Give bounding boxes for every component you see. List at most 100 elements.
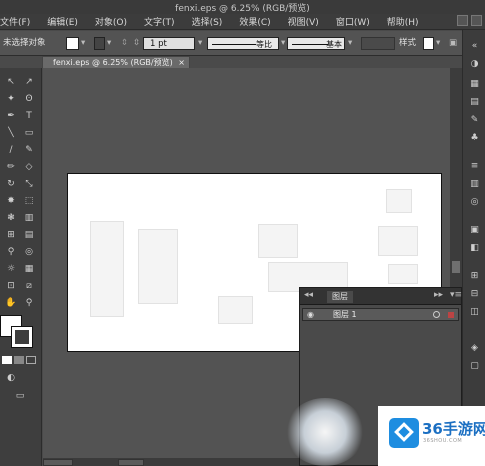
graph-tool-icon[interactable]: ▥: [22, 212, 36, 224]
rotate-tool-icon[interactable]: ↻: [4, 178, 18, 190]
fill-dropdown-icon[interactable]: ▾: [81, 37, 85, 50]
document-tab[interactable]: fenxi.eps @ 6.25% (RGB/预览) ×: [42, 56, 190, 68]
color-panel-icon[interactable]: ◑: [467, 58, 482, 70]
none-mode-button[interactable]: [26, 356, 36, 364]
paintbrush-tool-icon[interactable]: ∕: [4, 144, 18, 156]
menu-type[interactable]: 文字(T): [144, 15, 175, 28]
panel-menu-icon[interactable]: ▾≡: [450, 290, 462, 300]
layers-tab[interactable]: 图层: [327, 291, 353, 303]
symbols-panel-icon[interactable]: ♣: [467, 132, 482, 144]
menu-object[interactable]: 对象(O): [95, 15, 127, 28]
appearance-panel-icon[interactable]: ▣: [467, 224, 482, 236]
fill-swatch[interactable]: [66, 37, 79, 50]
gradient-tool-icon[interactable]: ▤: [22, 229, 36, 241]
menu-effect[interactable]: 效果(C): [239, 15, 270, 28]
panel-dock: « ◑ ▦ ▤ ✎ ♣ ≡ ▥ ◎ ▣ ◧ ⊞ ⊟ ◫ ◈ ▢: [462, 30, 485, 466]
expand-panel-icon[interactable]: ▸▸: [434, 290, 443, 300]
layer-name[interactable]: 图层 1: [333, 309, 357, 321]
stroke-dropdown-icon[interactable]: ▾: [107, 37, 111, 50]
gradient-panel-icon[interactable]: ▥: [467, 178, 482, 190]
draw-mode-icon[interactable]: ◐: [4, 372, 18, 384]
stroke-swatch[interactable]: [94, 37, 105, 50]
eyedropper-tool-icon[interactable]: ⚲: [4, 246, 18, 258]
stroke-profile-label: 等比: [256, 40, 272, 49]
gradient-mode-button[interactable]: [14, 356, 24, 364]
stroke-weight-dropdown-icon[interactable]: ▾: [198, 37, 202, 50]
panel-collapse-icon[interactable]: ◂◂: [304, 290, 313, 300]
graphic-styles-panel-icon[interactable]: ◧: [467, 242, 482, 254]
magic-wand-tool-icon[interactable]: ✦: [4, 93, 18, 105]
type-tool-icon[interactable]: T: [22, 110, 36, 122]
style-dropdown-icon[interactable]: ▾: [436, 37, 440, 50]
brush-dropdown-icon[interactable]: ▾: [348, 37, 352, 50]
symbol-tool-icon[interactable]: ☼: [4, 263, 18, 275]
pencil-tool-icon[interactable]: ✎: [22, 144, 36, 156]
workspace-button[interactable]: [457, 15, 468, 26]
mesh-tool-icon[interactable]: ⊞: [4, 229, 18, 241]
free-transform-tool-icon[interactable]: ⬚: [22, 195, 36, 207]
brush-definition-select[interactable]: 基本: [287, 37, 345, 50]
layer-target-icon[interactable]: [433, 311, 440, 318]
menu-window[interactable]: 窗口(W): [336, 15, 370, 28]
blob-brush-tool-icon[interactable]: ✏: [4, 161, 18, 173]
pathfinder-panel-icon[interactable]: ◫: [467, 306, 482, 318]
close-tab-icon[interactable]: ×: [178, 57, 185, 68]
scrollbar-thumb[interactable]: [452, 261, 460, 273]
layer-selection-indicator[interactable]: [448, 312, 454, 318]
column-graph-tool-icon[interactable]: ▦: [22, 263, 36, 275]
line-tool-icon[interactable]: ╲: [4, 127, 18, 139]
swatches-panel-icon[interactable]: ▤: [467, 96, 482, 108]
selection-status: 未选择对象: [3, 38, 46, 48]
style-swatch[interactable]: [423, 37, 434, 50]
brushes-panel-icon[interactable]: ✎: [467, 114, 482, 126]
stroke-label-icon: ⇕: [121, 38, 129, 48]
transform-panel-icon[interactable]: ⊞: [467, 270, 482, 282]
window-title: fenxi.eps @ 6.25% (RGB/预览): [175, 4, 310, 14]
warp-tool-icon[interactable]: ✸: [4, 195, 18, 207]
direct-selection-tool-icon[interactable]: ↗: [22, 76, 36, 88]
eraser-tool-icon[interactable]: ◇: [22, 161, 36, 173]
artboard-navigation[interactable]: [118, 459, 144, 466]
layers-panel-header: ◂◂ 图层 ▸▸ ▾≡: [300, 288, 462, 305]
slice-tool-icon[interactable]: ⧄: [22, 280, 36, 292]
scale-tool-icon[interactable]: ⤡: [22, 178, 36, 190]
artwork-shape: [218, 296, 253, 324]
selection-tool-icon[interactable]: ↖: [4, 76, 18, 88]
visibility-eye-icon[interactable]: ◉: [307, 309, 314, 321]
zoom-level-field[interactable]: [43, 459, 73, 466]
artboard-tool-icon[interactable]: ⊡: [4, 280, 18, 292]
windows-orb[interactable]: [285, 398, 365, 466]
symbol-sprayer-tool-icon[interactable]: ❃: [4, 212, 18, 224]
menu-edit[interactable]: 编辑(E): [47, 15, 78, 28]
align-panel-icon[interactable]: ⊟: [467, 288, 482, 300]
screen-mode-icon[interactable]: ▭: [12, 390, 28, 402]
hand-tool-icon[interactable]: ✋: [4, 297, 18, 309]
pen-tool-icon[interactable]: ✒: [4, 110, 18, 122]
document-setup-icon[interactable]: ▣: [449, 37, 457, 50]
opacity-field[interactable]: [361, 37, 395, 50]
layer-row[interactable]: ◉ 图层 1: [302, 308, 459, 321]
stroke-spinner-icon[interactable]: ⇳: [133, 37, 140, 50]
stroke-profile-select[interactable]: 等比: [207, 37, 279, 50]
stroke-weight-field[interactable]: 1 pt: [143, 37, 195, 50]
stroke-panel-icon[interactable]: ≡: [467, 160, 482, 172]
menu-select[interactable]: 选择(S): [192, 15, 223, 28]
artboards-panel-icon[interactable]: ▢: [467, 360, 482, 372]
brush-definition-label: 基本: [326, 40, 342, 49]
menu-help[interactable]: 帮助(H): [387, 15, 419, 28]
transparency-panel-icon[interactable]: ◎: [467, 196, 482, 208]
menu-view[interactable]: 视图(V): [288, 15, 319, 28]
blend-tool-icon[interactable]: ◎: [22, 246, 36, 258]
document-tab-label: fenxi.eps @ 6.25% (RGB/预览): [53, 58, 173, 67]
zoom-tool-icon[interactable]: ⚲: [22, 297, 36, 309]
collapse-dock-icon[interactable]: «: [467, 40, 482, 52]
color-mode-button[interactable]: [2, 356, 12, 364]
stroke-profile-dropdown-icon[interactable]: ▾: [281, 37, 285, 50]
layers-panel-icon[interactable]: ◈: [467, 342, 482, 354]
lasso-tool-icon[interactable]: ʘ: [22, 93, 36, 105]
rectangle-tool-icon[interactable]: ▭: [22, 127, 36, 139]
stroke-color-box[interactable]: [11, 326, 33, 348]
arrange-button[interactable]: [471, 15, 482, 26]
color-guide-icon[interactable]: ▦: [467, 78, 482, 90]
menu-file[interactable]: 文件(F): [0, 15, 30, 28]
